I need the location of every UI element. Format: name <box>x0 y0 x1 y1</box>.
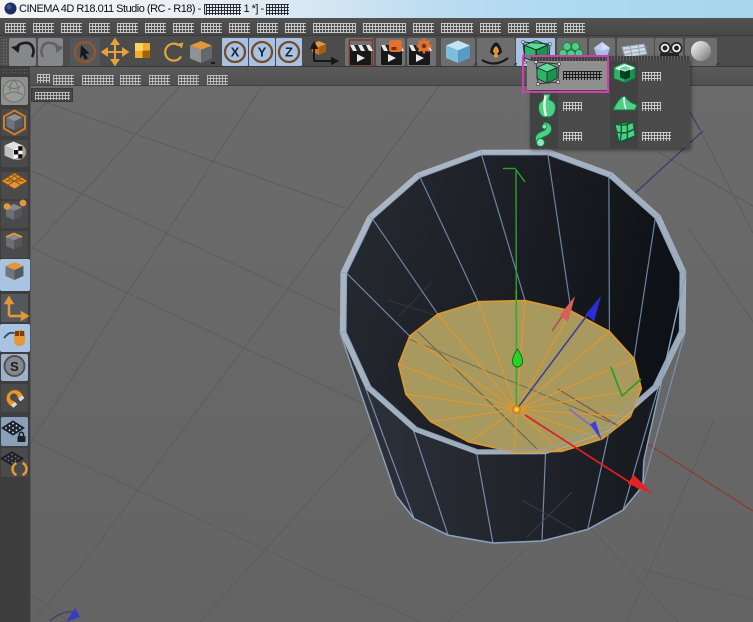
svg-text:X: X <box>231 45 240 60</box>
svg-text:S: S <box>10 359 19 374</box>
svg-text:Y: Y <box>258 45 267 60</box>
svg-text:Z: Z <box>285 45 293 60</box>
